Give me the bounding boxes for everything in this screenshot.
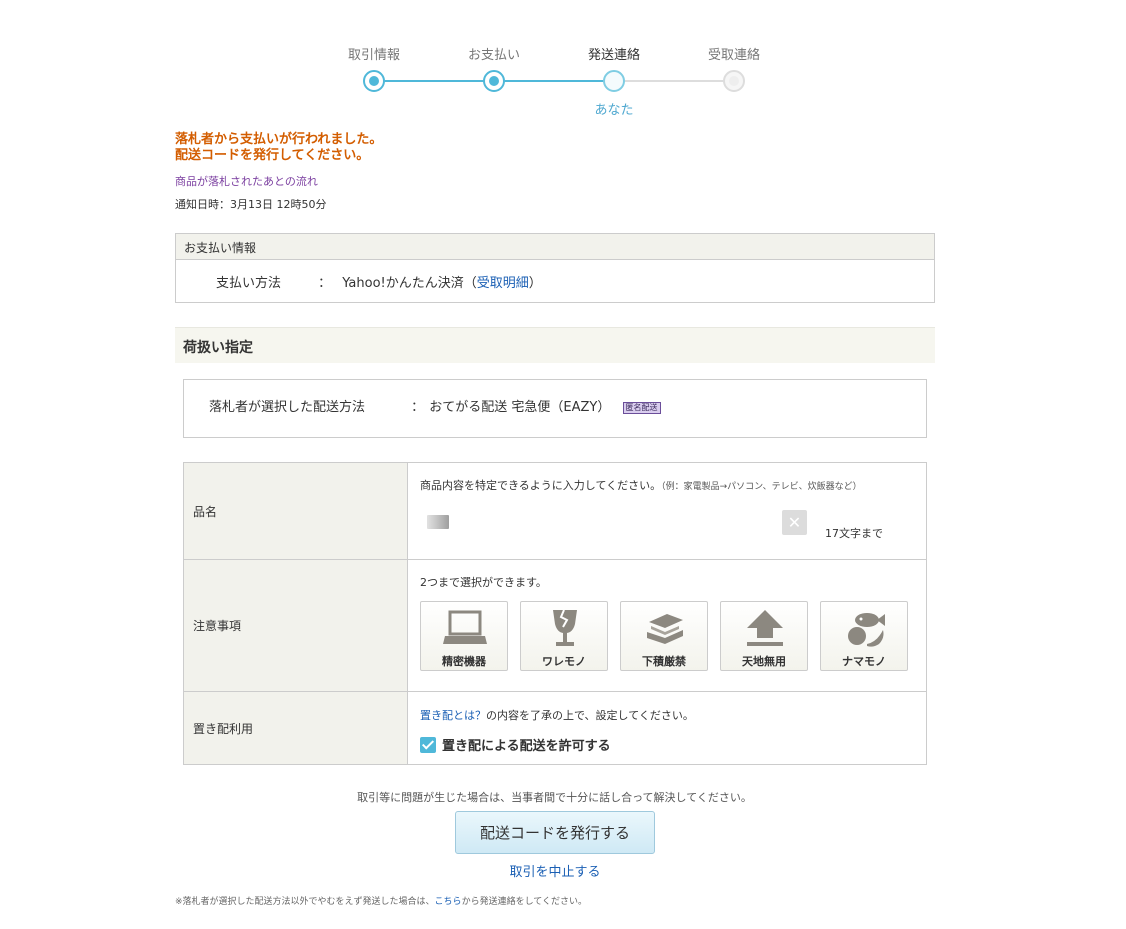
item-name-label: 品名 [184,463,408,559]
okihai-checkbox-label: 置き配による配送を許可する [442,739,611,754]
payment-method-value: Yahoo!かんたん決済（ [342,276,477,291]
footnote-link[interactable]: こちら [435,897,462,907]
okihai-description: 置き配とは？の内容を了承の上で、設定してください。 [420,707,915,723]
okihai-permission[interactable]: 置き配による配送を許可する [420,735,915,754]
notice-line-1: 落札者から支払いが行われました。 [175,132,383,147]
step-label-payment: お支払い [467,48,520,63]
payment-method-value-end: ） [528,276,542,291]
footnote-text-post: から発送連絡をしてください。 [461,897,588,907]
handling-option-no-stack[interactable]: 下積厳禁 [620,601,708,671]
item-name-hint-text: 商品内容を特定できるように入力してください。 [420,479,662,492]
handling-option-label: 天地無用 [742,655,786,668]
handling-option-precision[interactable]: 精密機器 [420,601,508,671]
okihai-description-text: の内容を了承の上で、設定してください。 [486,709,694,722]
payment-info-panel: お支払い情報 支払い方法 ： Yahoo!かんたん決済（受取明細） [175,233,935,303]
payment-colon: ： [318,276,332,291]
step-line-todo [614,80,734,82]
step-current-user: あなた [594,103,634,118]
okihai-label: 置き配利用 [184,692,408,764]
step-label-receipt: 受取連絡 [707,48,760,63]
issue-shipping-code-button[interactable]: 配送コードを発行する [455,811,655,854]
item-name-hint-example: （例：家電製品→パソコン、テレビ、炊飯器など） [661,482,862,492]
stack-icon [647,614,683,644]
item-name-hint: 商品内容を特定できるように入力してください。（例：家電製品→パソコン、テレビ、炊… [420,477,915,493]
dispute-caution: 取引等に問題が生じた場合は、当事者間で十分に話し合って解決してください。 [357,791,752,804]
anonymous-shipping-badge: 匿名配送 [622,401,661,414]
progress-steps: 取引情報 お支払い 発送連絡 受取連絡 あなた [0,0,1126,130]
perishable-food-icon [848,613,885,647]
redacted-input-value [427,515,449,529]
shipping-colon: ： [411,400,425,415]
clear-icon[interactable]: ✕ [782,510,807,535]
status-notice: 落札者から支払いが行われました。 配送コードを発行してください。 商品が落札され… [175,132,875,212]
notice-line-2: 配送コードを発行してください。 [175,148,370,163]
handling-option-this-side-up[interactable]: 天地無用 [720,601,808,671]
shipping-method-value: おてがる配送 宅急便（EAZY） [429,400,611,415]
up-arrow-icon [747,610,783,646]
laptop-icon [443,610,487,644]
handling-option-label: ワレモノ [542,655,586,668]
okihai-info-link[interactable]: 置き配とは？ [420,709,486,722]
char-limit: 17文字まで [825,527,883,540]
flow-link[interactable]: 商品が落札されたあとの流れ [175,173,318,189]
okihai-body: 置き配とは？の内容を了承の上で、設定してください。 置き配による配送を許可する [409,692,926,764]
payment-info-heading: お支払い情報 [176,234,934,260]
step-dot-shipping [603,70,625,92]
okihai-row: 置き配利用 置き配とは？の内容を了承の上で、設定してください。 置き配による配送… [184,692,926,764]
handling-option-fragile[interactable]: ワレモノ [520,601,608,671]
cancel-transaction-link[interactable]: 取引を中止する [0,861,1110,880]
handling-option-label: 精密機器 [442,655,486,668]
handling-options-row: 注意事項 2つまで選択ができます。 精密機器 ワレモノ 下積厳禁 天地無用 ナマ… [184,560,926,692]
step-label-shipping: 発送連絡 [587,48,640,63]
footnote-text-pre: ※落札者が選択した配送方法以外でやむをえず発送した場合は、 [175,897,435,907]
step-dot-transaction [363,70,385,92]
shipping-method-label: 落札者が選択した配送方法 [209,400,366,415]
handling-options-body: 2つまで選択ができます。 精密機器 ワレモノ 下積厳禁 天地無用 ナマモノ [409,560,926,691]
handling-hint: 2つまで選択ができます。 [420,576,547,589]
handling-form: 品名 商品内容を特定できるように入力してください。（例：家電製品→パソコン、テレ… [183,462,927,765]
step-dot-payment [483,70,505,92]
step-label-transaction: 取引情報 [347,48,400,63]
handling-option-perishable[interactable]: ナマモノ [820,601,908,671]
receipt-details-link[interactable]: 受取明細 [477,276,529,291]
broken-glass-icon [553,609,577,646]
shipping-method-panel: 落札者が選択した配送方法 ： おてがる配送 宅急便（EAZY） 匿名配送 [183,379,927,438]
payment-method-label: 支払い方法 [216,276,282,291]
handling-options-label: 注意事項 [184,560,408,691]
handling-option-label: 下積厳禁 [642,655,686,668]
notify-date: 通知日時：3月13日 12時50分 [175,198,327,211]
item-name-body: 商品内容を特定できるように入力してください。（例：家電製品→パソコン、テレビ、炊… [409,463,926,559]
footnote: ※落札者が選択した配送方法以外でやむをえず発送した場合は、こちらから発送連絡をし… [175,894,587,907]
step-dot-receipt [723,70,745,92]
payment-method-row: 支払い方法 ： Yahoo!かんたん決済（受取明細） [216,272,916,291]
handling-section-title: 荷扱い指定 [175,327,935,363]
okihai-checkbox[interactable] [420,736,436,753]
item-name-input[interactable] [422,507,812,537]
shipping-method-row: 落札者が選択した配送方法 ： おてがる配送 宅急便（EAZY） 匿名配送 [209,396,909,415]
handling-option-label: ナマモノ [842,655,886,668]
item-name-row: 品名 商品内容を特定できるように入力してください。（例：家電製品→パソコン、テレ… [184,463,926,560]
